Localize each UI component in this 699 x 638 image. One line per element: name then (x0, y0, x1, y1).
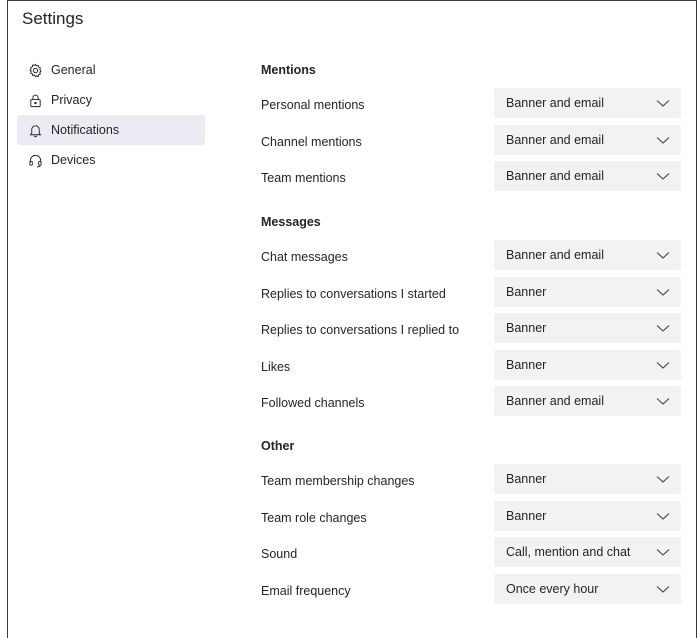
setting-label: Replies to conversations I started (261, 287, 446, 301)
nav-item-privacy[interactable]: Privacy (17, 85, 205, 115)
setting-label: Team mentions (261, 171, 346, 185)
setting-row: Team membership changes Banner (261, 464, 681, 494)
nav-label: Notifications (51, 123, 120, 137)
setting-row: Personal mentions Banner and email (261, 88, 681, 118)
channel-mentions-dropdown[interactable]: Banner and email (494, 125, 681, 155)
dropdown-value: Once every hour (506, 582, 599, 596)
setting-label: Sound (261, 547, 298, 561)
personal-mentions-dropdown[interactable]: Banner and email (494, 88, 681, 118)
chevron-down-icon (656, 171, 670, 181)
dropdown-value: Banner and email (506, 394, 604, 408)
setting-row: Sound Call, mention and chat (261, 537, 681, 567)
dropdown-value: Banner (506, 509, 547, 523)
lock-icon (27, 92, 43, 108)
nav-item-general[interactable]: General (17, 55, 205, 85)
setting-label: Team membership changes (261, 474, 415, 488)
setting-row: Replies to conversations I started Banne… (261, 277, 681, 307)
nav-item-devices[interactable]: Devices (17, 145, 205, 175)
dropdown-value: Banner and email (506, 169, 604, 183)
followed-channels-dropdown[interactable]: Banner and email (494, 386, 681, 416)
settings-nav: General Privacy Notifications Devices (17, 55, 205, 175)
setting-label: Email frequency (261, 584, 351, 598)
bell-icon (27, 122, 43, 138)
dialog-title: Settings (22, 9, 84, 28)
setting-label: Likes (261, 360, 291, 374)
section-heading-mentions: Mentions (261, 63, 316, 77)
chevron-down-icon (656, 323, 670, 333)
setting-row: Replies to conversations I replied to Ba… (261, 313, 681, 343)
email-frequency-dropdown[interactable]: Once every hour (494, 574, 681, 604)
likes-dropdown[interactable]: Banner (494, 350, 681, 380)
setting-row: Chat messages Banner and email (261, 240, 681, 270)
chevron-down-icon (656, 98, 670, 108)
chevron-down-icon (656, 360, 670, 370)
sound-dropdown[interactable]: Call, mention and chat (494, 537, 681, 567)
team-mentions-dropdown[interactable]: Banner and email (494, 161, 681, 191)
chevron-down-icon (656, 474, 670, 484)
nav-item-notifications[interactable]: Notifications (17, 115, 205, 145)
dropdown-value: Banner (506, 358, 547, 372)
gear-icon (27, 62, 43, 78)
dropdown-value: Banner and email (506, 133, 604, 147)
setting-row: Team mentions Banner and email (261, 161, 681, 191)
setting-label: Channel mentions (261, 135, 362, 149)
dropdown-value: Banner and email (506, 248, 604, 262)
setting-row: Followed channels Banner and email (261, 386, 681, 416)
chevron-down-icon (656, 511, 670, 521)
setting-label: Followed channels (261, 396, 365, 410)
replies-replied-dropdown[interactable]: Banner (494, 313, 681, 343)
setting-label: Team role changes (261, 511, 367, 525)
chevron-down-icon (656, 396, 670, 406)
setting-label: Chat messages (261, 250, 348, 264)
team-membership-dropdown[interactable]: Banner (494, 464, 681, 494)
setting-row: Likes Banner (261, 350, 681, 380)
replies-started-dropdown[interactable]: Banner (494, 277, 681, 307)
section-heading-messages: Messages (261, 215, 321, 229)
section-heading-other: Other (261, 439, 295, 453)
nav-label: General (51, 63, 96, 77)
setting-row: Email frequency Once every hour (261, 574, 681, 604)
headset-icon (27, 152, 43, 168)
dropdown-value: Banner (506, 472, 547, 486)
setting-label: Personal mentions (261, 98, 365, 112)
setting-row: Team role changes Banner (261, 501, 681, 531)
setting-row: Channel mentions Banner and email (261, 125, 681, 155)
team-role-dropdown[interactable]: Banner (494, 501, 681, 531)
nav-label: Privacy (51, 93, 92, 107)
chat-messages-dropdown[interactable]: Banner and email (494, 240, 681, 270)
dropdown-value: Banner (506, 321, 547, 335)
chevron-down-icon (656, 547, 670, 557)
chevron-down-icon (656, 250, 670, 260)
setting-label: Replies to conversations I replied to (261, 323, 460, 337)
nav-label: Devices (51, 153, 96, 167)
chevron-down-icon (656, 135, 670, 145)
dropdown-value: Banner (506, 285, 547, 299)
dropdown-value: Banner and email (506, 96, 604, 110)
dropdown-value: Call, mention and chat (506, 545, 631, 559)
chevron-down-icon (656, 584, 670, 594)
chevron-down-icon (656, 287, 670, 297)
